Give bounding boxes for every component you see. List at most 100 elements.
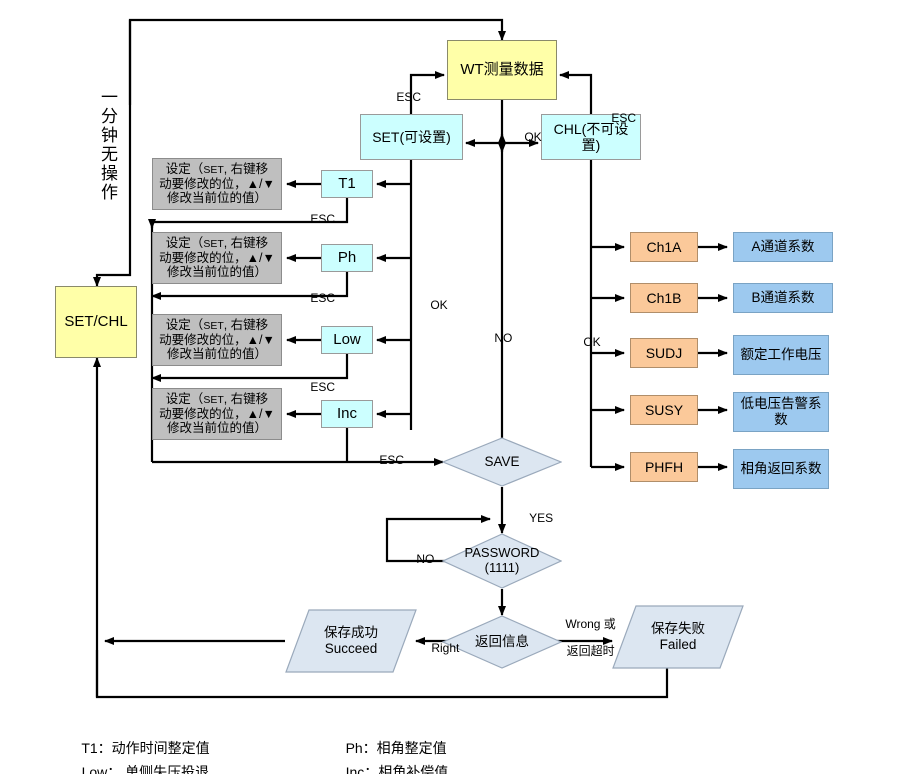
legend-low-text: Low： 单侧失压投退 [81,764,210,774]
param-desc-label-4: 相角返回系数 [740,461,822,477]
edge-label-ok-center: OK [511,117,542,158]
setting-text-seg3: , 右键移 [223,162,269,177]
node-inc-label: Inc [336,405,357,423]
node-wt-measurement[interactable]: WT测量数据 [447,40,557,100]
save-decision-label: SAVE [484,454,520,470]
edge-label-no-center: NO [481,318,512,359]
node-set-chl-label: SET/CHL [64,313,128,331]
node-set-chl[interactable]: SET/CHL [55,286,137,358]
node-ph-label: Ph [337,249,357,267]
setting-text-seg4: 动要修改的位，▲/▼ [159,406,275,421]
edge-label-yes: YES [516,498,553,539]
edge-label-no-password: NO [403,539,434,580]
setting-text-seg3: , 右键移 [223,236,269,251]
node-set-label: SET(可设置) [372,128,451,145]
param-desc-label-3: 低电压告警系数 [740,396,822,427]
return-info-label: 返回信息 [475,634,529,650]
save-decision-label-wrap: SAVE [442,437,562,487]
edge-label-esc-set: ESC [383,77,421,118]
param-desc-label-0: A通道系数 [751,239,815,255]
param-code-label-4: PHFH [644,458,684,475]
failed-label-line1: 保存失败 [651,620,705,636]
node-t1[interactable]: T1 [321,170,373,198]
setting-text-seg1: 设定（ [165,318,204,333]
setting-instruction-text-t1: 设定（SET, 右键移 动要修改的位，▲/▼ 修改当前位的值） [159,162,275,205]
edge-label-esc-t1: ESC [297,199,335,240]
setting-text-seg5: 修改当前位的值） [166,347,267,362]
node-low-label: Low [333,331,361,349]
param-code-label-3: SUSY [644,401,684,418]
node-param-code-2[interactable]: SUDJ [630,338,698,368]
setting-instruction-text-inc: 设定（SET, 右键移 动要修改的位，▲/▼ 修改当前位的值） [159,392,275,435]
edge-label-esc-t1-text: ESC [310,211,336,226]
node-param-code-0[interactable]: Ch1A [630,232,698,262]
setting-text-seg4: 动要修改的位，▲/▼ [159,332,275,347]
node-setting-instruction-low: 设定（SET, 右键移 动要修改的位，▲/▼ 修改当前位的值） [152,314,282,366]
setting-text-seg1: 设定（ [165,392,204,407]
edge-label-esc-ph-text: ESC [310,290,336,305]
label-one-minute-no-operation-text: 一分钟无操作 [98,88,117,202]
failed-label-line2: Failed [659,637,697,652]
param-desc-label-2: 额定工作电压 [740,347,822,363]
node-return-info-decision[interactable]: 返回信息 [441,615,563,669]
setting-text-seg5: 修改当前位的值） [166,191,267,206]
edge-label-esc-ph: ESC [297,278,335,319]
legend-inc: Inc：相角补偿值 [330,746,449,774]
setting-text-seg1: 设定（ [165,236,204,251]
edge-label-esc-set-text: ESC [396,89,422,104]
node-low[interactable]: Low [321,326,373,354]
node-param-desc-3: 低电压告警系数 [733,392,829,432]
edge-label-no-password-text: NO [416,551,435,566]
flowchart-canvas: WT测量数据 SET(可设置) CHL(不可设置) SET/CHL 一分钟无操作… [0,0,900,774]
node-save-failed: 保存失败 Failed [612,605,744,669]
node-ph[interactable]: Ph [321,244,373,272]
setting-text-seg3: , 右键移 [223,318,269,333]
setting-instruction-text-low: 设定（SET, 右键移 动要修改的位，▲/▼ 修改当前位的值） [159,318,275,361]
param-code-label-0: Ch1A [646,238,682,255]
node-save-succeed: 保存成功 Succeed [285,609,417,673]
param-code-label-2: SUDJ [645,344,683,361]
node-t1-label: T1 [338,175,356,193]
node-param-desc-2: 额定工作电压 [733,335,829,375]
node-param-desc-1: B通道系数 [733,283,833,313]
succeed-label-line1: 保存成功 [324,624,378,640]
password-decision-label-line2: (1111) [484,560,520,575]
setting-text-seg5: 修改当前位的值） [166,421,267,436]
edge-label-wrong-line1: Wrong 或 [565,616,616,631]
setting-text-seg5: 修改当前位的值） [166,265,267,280]
setting-text-seg4: 动要修改的位，▲/▼ [159,250,275,265]
return-info-label-wrap: 返回信息 [442,615,562,669]
label-one-minute-no-operation: 一分钟无操作 [95,88,120,223]
edge-label-ok-center-text: OK [524,129,542,144]
node-param-code-4[interactable]: PHFH [630,452,698,482]
password-decision-label-wrap: PASSWORD (1111) [442,533,562,589]
succeed-label-wrap: 保存成功 Succeed [285,609,417,673]
node-save-decision[interactable]: SAVE [441,437,563,487]
edge-label-esc-inc: ESC [366,440,404,481]
legend-low: Low： 单侧失压投退 [66,746,210,774]
edge-label-esc-chl: ESC [598,98,636,139]
succeed-label-line2: Succeed [324,641,378,656]
edge-label-wrong: Wrong 或 返回超时 [552,604,616,673]
edge-label-ok-left-text: OK [430,297,448,312]
node-param-code-3[interactable]: SUSY [630,395,698,425]
edge-label-esc-chl-text: ESC [611,110,637,125]
setting-instruction-text-ph: 设定（SET, 右键移 动要修改的位，▲/▼ 修改当前位的值） [159,236,275,279]
setting-text-seg4: 动要修改的位，▲/▼ [159,176,275,191]
edge-label-right: Right [418,628,459,669]
node-setting-instruction-ph: 设定（SET, 右键移 动要修改的位，▲/▼ 修改当前位的值） [152,232,282,284]
node-setting-instruction-t1: 设定（SET, 右键移 动要修改的位，▲/▼ 修改当前位的值） [152,158,282,210]
node-param-code-1[interactable]: Ch1B [630,283,698,313]
node-password-decision[interactable]: PASSWORD (1111) [441,533,563,589]
legend-inc-text: Inc：相角补偿值 [345,764,449,774]
edge-label-wrong-line2: 返回超时 [566,644,615,659]
setting-text-seg3: , 右键移 [223,392,269,407]
setting-text-seg2: SET [203,238,224,251]
setting-text-seg2: SET [203,320,224,333]
node-param-desc-4: 相角返回系数 [733,449,829,489]
node-set[interactable]: SET(可设置) [360,114,463,160]
node-setting-instruction-inc: 设定（SET, 右键移 动要修改的位，▲/▼ 修改当前位的值） [152,388,282,440]
param-desc-label-1: B通道系数 [751,290,815,306]
edge-label-no-center-text: NO [494,330,513,345]
edge-label-ok-left: OK [417,285,448,326]
